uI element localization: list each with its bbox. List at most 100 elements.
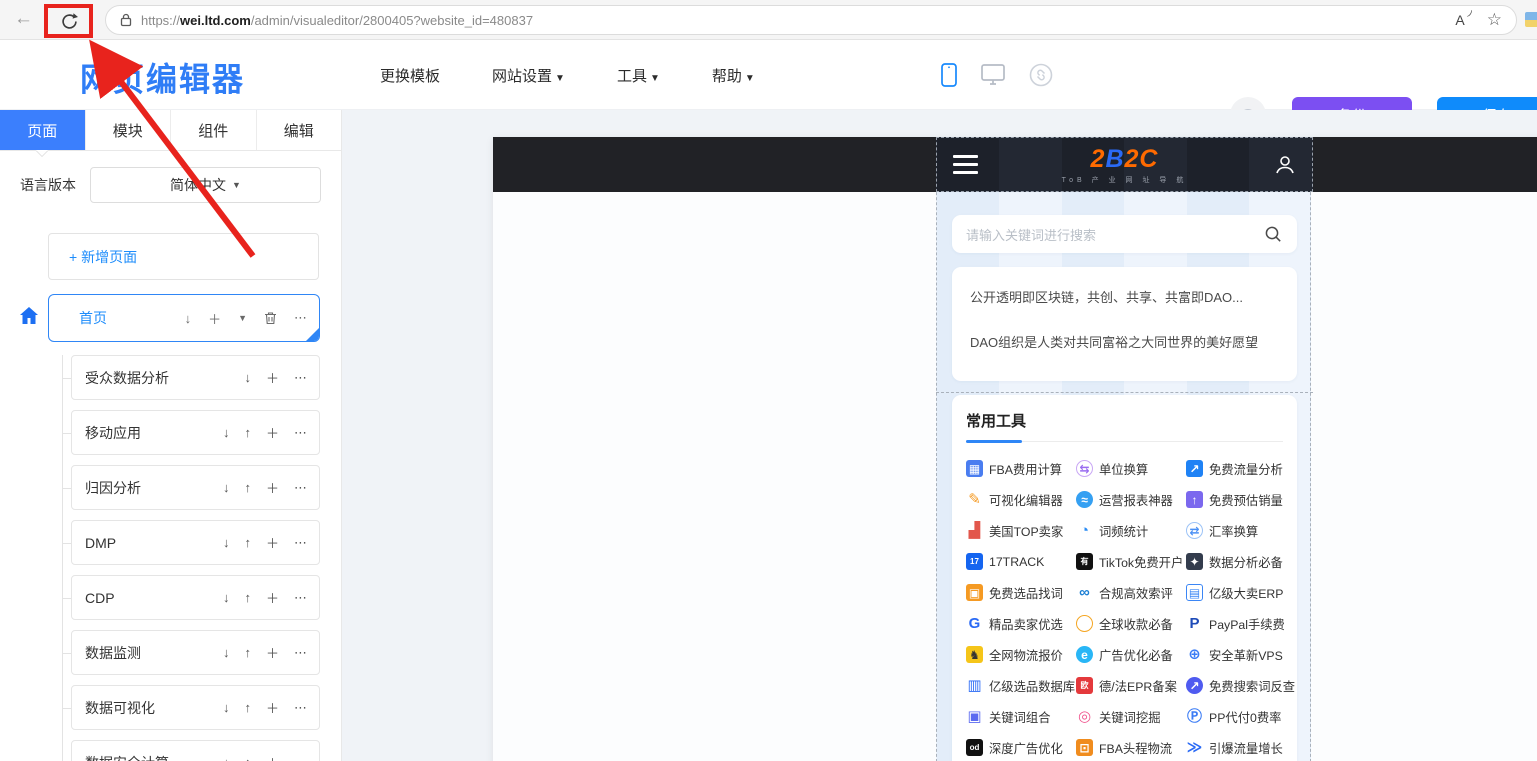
- move-down-icon[interactable]: ↓: [244, 370, 251, 385]
- add-child-icon[interactable]: ＋: [266, 698, 279, 717]
- more-icon[interactable]: ⋯: [294, 590, 307, 606]
- move-down-icon[interactable]: ↓: [223, 645, 230, 660]
- tool-link[interactable]: 欧 德/法EPR备案: [1076, 670, 1186, 701]
- mobile-view-icon[interactable]: [940, 62, 958, 88]
- tool-link[interactable]: ⇆ 单位换算: [1076, 453, 1186, 484]
- nav-tools[interactable]: 工具▼: [617, 65, 660, 86]
- page-item-home[interactable]: 首页 ↓ ＋ ▼ ⋯: [48, 294, 320, 342]
- tool-link[interactable]: ▟ 美国TOP卖家: [966, 515, 1076, 546]
- tool-link[interactable]: od 深度广告优化: [966, 732, 1076, 761]
- more-icon[interactable]: ⋯: [294, 480, 307, 496]
- tool-link[interactable]: ≈ 运营报表神器: [1076, 484, 1186, 515]
- desktop-view-icon[interactable]: [980, 63, 1006, 87]
- notice-block[interactable]: 公开透明即区块链，共创、共享、共富即DAO... DAO组织是人类对共同富裕之大…: [952, 267, 1297, 381]
- nav-change-template[interactable]: 更换模板: [380, 65, 440, 86]
- back-icon[interactable]: ←: [14, 8, 33, 30]
- more-icon[interactable]: ⋯: [294, 645, 307, 661]
- add-child-icon[interactable]: ＋: [266, 533, 279, 552]
- tool-link[interactable]: ⊕ 安全革新VPS: [1186, 639, 1303, 670]
- tool-link[interactable]: ◔ 词频统计: [1076, 515, 1186, 546]
- more-icon[interactable]: ⋯: [294, 425, 307, 441]
- tool-link[interactable]: ▤ 亿级大卖ERP: [1186, 577, 1303, 608]
- move-up-icon[interactable]: ↑: [244, 700, 251, 715]
- search-input[interactable]: 请输入关键词进行搜索: [952, 215, 1297, 253]
- tool-link[interactable]: ↑ 免费预估销量: [1186, 484, 1303, 515]
- tool-link[interactable]: P PayPal手续费: [1186, 608, 1303, 639]
- move-down-icon[interactable]: ↓: [223, 480, 230, 495]
- nav-help[interactable]: 帮助▼: [712, 65, 755, 86]
- page-tree-item[interactable]: 数据可视化 ↓↑＋⋯: [71, 685, 320, 730]
- tool-link[interactable]: ⇄ 汇率换算: [1186, 515, 1303, 546]
- tool-link[interactable]: 17 17TRACK: [966, 546, 1076, 577]
- collapse-caret-icon[interactable]: ▼: [238, 313, 247, 323]
- page-tree-item[interactable]: 数据监测 ↓↑＋⋯: [71, 630, 320, 675]
- add-child-icon[interactable]: ＋: [266, 753, 279, 761]
- tool-link[interactable]: 有 TikTok免费开户: [1076, 546, 1186, 577]
- tool-link[interactable]: 全球收款必备: [1076, 608, 1186, 639]
- tab-pages[interactable]: 页面: [0, 110, 86, 150]
- page-tree-item[interactable]: 归因分析 ↓↑＋⋯: [71, 465, 320, 510]
- add-child-icon[interactable]: ＋: [266, 368, 279, 387]
- page-tree-item[interactable]: CDP ↓↑＋⋯: [71, 575, 320, 620]
- move-down-icon[interactable]: ↓: [185, 311, 192, 326]
- search-icon[interactable]: [1264, 225, 1283, 244]
- tab-edit[interactable]: 编辑: [257, 110, 342, 150]
- user-icon[interactable]: [1272, 152, 1298, 178]
- move-up-icon[interactable]: ↑: [244, 755, 251, 761]
- tool-link[interactable]: ▣ 关键词组合: [966, 701, 1076, 732]
- page-tree-item[interactable]: 数据安全计算 ↓↑＋⋯: [71, 740, 320, 761]
- more-icon[interactable]: ⋯: [294, 370, 307, 386]
- move-up-icon[interactable]: ↑: [244, 425, 251, 440]
- move-down-icon[interactable]: ↓: [223, 700, 230, 715]
- tool-link[interactable]: ↗ 免费流量分析: [1186, 453, 1303, 484]
- extension-icon[interactable]: [1525, 12, 1537, 27]
- nav-site-settings[interactable]: 网站设置▼: [492, 65, 565, 86]
- page-tree-item[interactable]: 受众数据分析 ↓＋⋯: [71, 355, 320, 400]
- move-down-icon[interactable]: ↓: [223, 535, 230, 550]
- common-tools-block[interactable]: 常用工具 ▦ FBA费用计算 ⇆ 单位换算 ↗ 免费流量分析 ✎ 可视化编辑器 …: [952, 395, 1297, 761]
- add-child-icon[interactable]: ＋: [266, 643, 279, 662]
- read-aloud-icon[interactable]: A): [1455, 12, 1464, 28]
- tool-link[interactable]: ▦ FBA费用计算: [966, 453, 1076, 484]
- move-down-icon[interactable]: ↓: [223, 590, 230, 605]
- move-down-icon[interactable]: ↓: [223, 425, 230, 440]
- move-up-icon[interactable]: ↑: [244, 590, 251, 605]
- move-down-icon[interactable]: ↓: [223, 755, 230, 761]
- move-up-icon[interactable]: ↑: [244, 480, 251, 495]
- reload-button[interactable]: [56, 8, 82, 34]
- add-child-icon[interactable]: ＋: [266, 478, 279, 497]
- tool-link[interactable]: ♞ 全网物流报价: [966, 639, 1076, 670]
- tool-link[interactable]: ↗ 免费搜索词反查: [1186, 670, 1303, 701]
- more-icon[interactable]: ⋯: [294, 700, 307, 716]
- move-up-icon[interactable]: ↑: [244, 645, 251, 660]
- tool-link[interactable]: Ⓟ PP代付0费率: [1186, 701, 1303, 732]
- page-tree-item[interactable]: DMP ↓↑＋⋯: [71, 520, 320, 565]
- more-icon[interactable]: ⋯: [294, 535, 307, 551]
- tool-link[interactable]: ✦ 数据分析必备: [1186, 546, 1303, 577]
- tool-link[interactable]: ∞ 合规高效索评: [1076, 577, 1186, 608]
- tool-link[interactable]: ⊡ FBA头程物流: [1076, 732, 1186, 761]
- link-icon[interactable]: [1028, 62, 1054, 88]
- move-up-icon[interactable]: ↑: [244, 535, 251, 550]
- site-header-block[interactable]: 2B2C ToB 产 业 网 址 导 航: [936, 137, 1313, 192]
- tool-link[interactable]: G 精品卖家优选: [966, 608, 1076, 639]
- add-child-icon[interactable]: ＋: [266, 423, 279, 442]
- tool-link[interactable]: ≫ 引爆流量增长: [1186, 732, 1303, 761]
- tool-link[interactable]: ▥ 亿级选品数据库: [966, 670, 1076, 701]
- add-page-button[interactable]: + 新增页面: [48, 233, 319, 280]
- tool-link[interactable]: e 广告优化必备: [1076, 639, 1186, 670]
- page-tree-item[interactable]: 移动应用 ↓↑＋⋯: [71, 410, 320, 455]
- add-child-icon[interactable]: ＋: [208, 309, 221, 328]
- more-icon[interactable]: ⋯: [294, 755, 307, 761]
- tab-modules[interactable]: 模块: [86, 110, 172, 150]
- trash-icon[interactable]: [264, 311, 277, 326]
- mobile-viewport[interactable]: 2B2C ToB 产 业 网 址 导 航 请输入关键词进行搜索: [936, 137, 1311, 761]
- language-select[interactable]: 简体中文 ▼: [90, 167, 321, 203]
- more-icon[interactable]: ⋯: [294, 310, 307, 326]
- favorite-star-icon[interactable]: ☆: [1487, 10, 1502, 30]
- address-bar[interactable]: https://wei.ltd.com/admin/visualeditor/2…: [105, 5, 1517, 35]
- tool-link[interactable]: ▣ 免费选品找词: [966, 577, 1076, 608]
- tool-link[interactable]: ✎ 可视化编辑器: [966, 484, 1076, 515]
- tab-components[interactable]: 组件: [171, 110, 257, 150]
- tool-link[interactable]: ◎ 关键词挖掘: [1076, 701, 1186, 732]
